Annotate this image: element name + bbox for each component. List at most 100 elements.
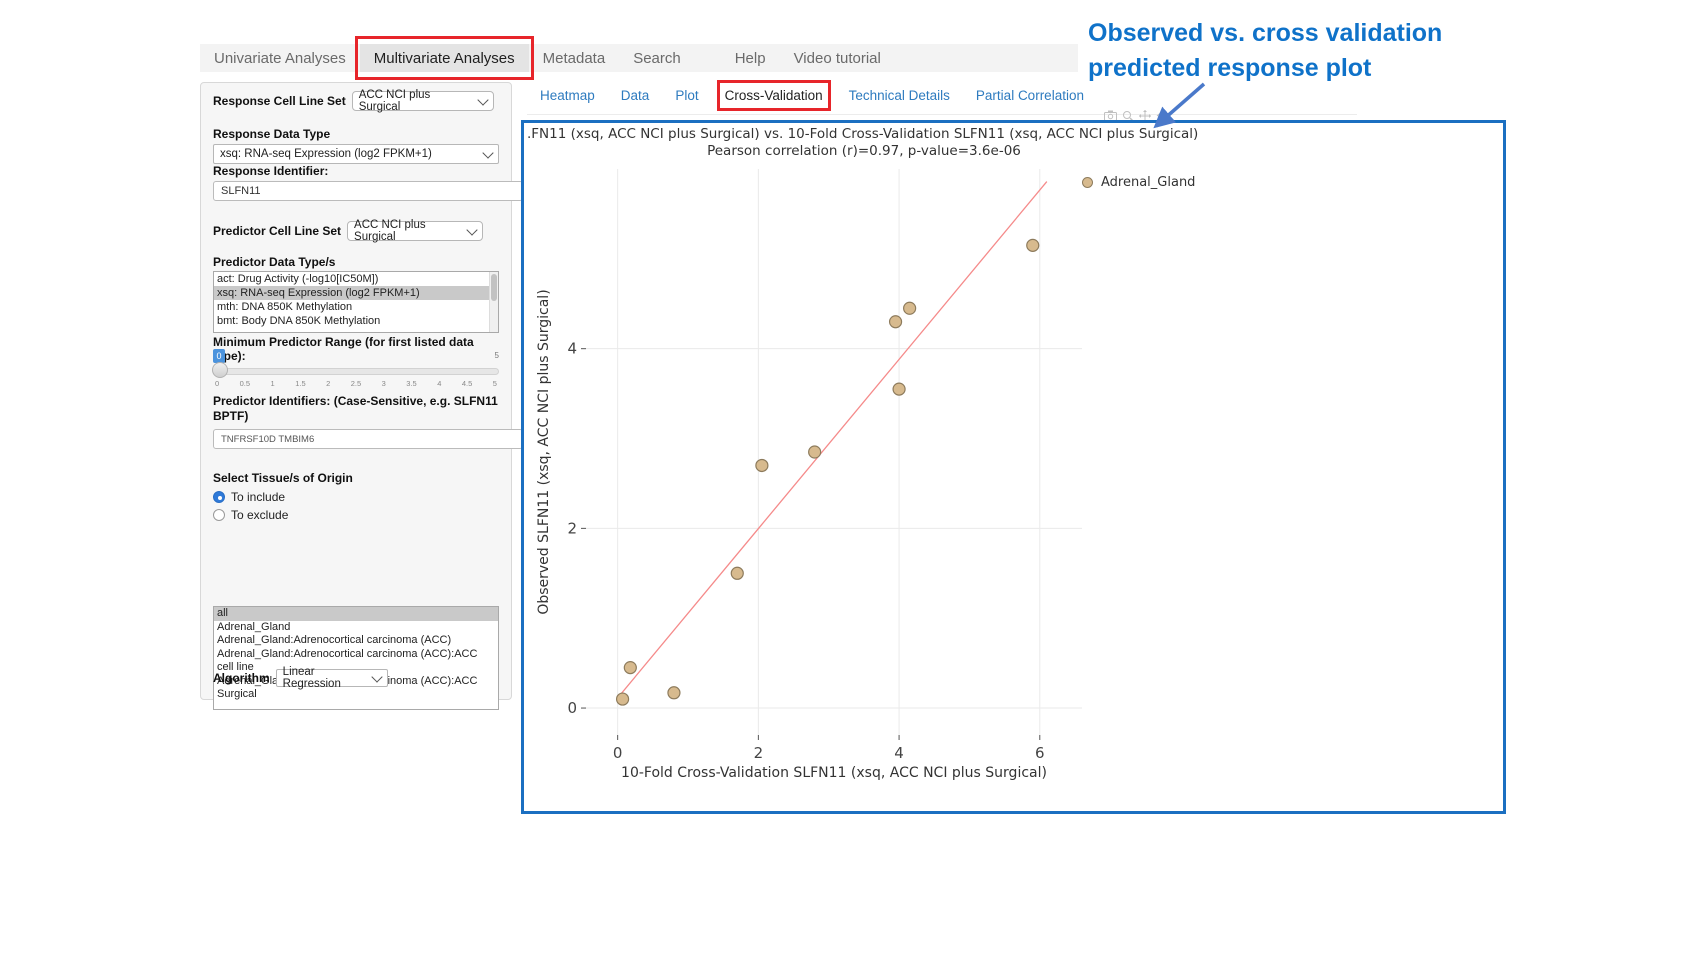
listbox-option[interactable]: act: Drug Activity (-log10[IC50M]) [214, 272, 498, 286]
slider-track[interactable] [213, 368, 499, 375]
predictor-data-types-label: Predictor Data Type/s [213, 255, 499, 269]
x-tick-label: 2 [754, 744, 764, 762]
tab-heatmap[interactable]: Heatmap [540, 88, 595, 103]
tissue-exclude-radio-row[interactable]: To exclude [213, 508, 499, 522]
annotation-red-box [355, 36, 534, 80]
nav-item-multivariate-analyses[interactable]: Multivariate Analyses [360, 44, 529, 72]
nav-item-search[interactable]: Search [619, 44, 695, 72]
y-tick-label: 2 [567, 519, 577, 537]
plot-subtitle: Pearson correlation (r)=0.97, p-value=3.… [524, 143, 1204, 159]
min-predictor-range-slider: 0 5 0 0.5 1 1.5 2 2.5 3 3.5 4 4.5 5 [213, 349, 499, 395]
response-data-type-select[interactable]: xsq: RNA-seq Expression (log2 FPKM+1) [213, 144, 499, 164]
response-data-type-label: Response Data Type [213, 127, 499, 141]
predictor-cell-line-set-value: ACC NCI plus Surgical [354, 219, 462, 243]
nav-item-video-tutorial[interactable]: Video tutorial [780, 44, 895, 72]
regression-line [621, 182, 1047, 694]
tab-plot[interactable]: Plot [675, 88, 698, 103]
slider-tick-labels: 0 0.5 1 1.5 2 2.5 3 3.5 4 4.5 5 [215, 379, 497, 388]
data-point[interactable] [756, 459, 768, 471]
slider-tick-label: 0.5 [240, 379, 250, 388]
data-point[interactable] [624, 662, 636, 674]
tab-cross-validation[interactable]: Cross-Validation [725, 88, 823, 103]
y-tick-label: 4 [567, 340, 577, 358]
predictor-data-types-listbox[interactable]: act: Drug Activity (-log10[IC50M])xsq: R… [213, 271, 499, 333]
slider-handle[interactable] [212, 362, 228, 378]
data-point[interactable] [731, 567, 743, 579]
listbox-option[interactable]: xsq: RNA-seq Expression (log2 FPKM+1) [214, 286, 498, 300]
data-point[interactable] [617, 693, 629, 705]
algorithm-row: Algorithm Linear Regression [213, 669, 499, 687]
top-navigation: Univariate AnalysesMultivariate Analyses… [200, 44, 1078, 72]
result-tabs: Heatmap Data Plot Cross-Validation Technical… [540, 88, 1084, 103]
radio-off-icon[interactable] [213, 509, 225, 521]
nav-item-metadata[interactable]: Metadata [529, 44, 620, 72]
annotation-red-box [717, 80, 831, 111]
listbox-scrollbar[interactable] [489, 272, 498, 332]
x-tick-label: 6 [1035, 744, 1045, 762]
tissue-include-radio-row[interactable]: To include [213, 490, 499, 504]
listbox-option[interactable]: all [214, 607, 498, 621]
annotation-arrow-icon [1140, 80, 1220, 138]
slider-value-bubble: 0 [213, 349, 225, 363]
predictor-identifiers-label: Predictor Identifiers: (Case-Sensitive, … [213, 394, 499, 424]
algorithm-value: Linear Regression [283, 666, 367, 690]
x-tick-label: 4 [894, 744, 904, 762]
slider-tick-label: 4.5 [462, 379, 472, 388]
predictor-identifiers-input[interactable] [213, 429, 523, 449]
tabs-divider [527, 114, 1357, 115]
slider-tick-label: 3 [382, 379, 386, 388]
x-axis-title: 10-Fold Cross-Validation SLFN11 (xsq, AC… [621, 765, 1047, 781]
data-point[interactable] [904, 302, 916, 314]
nav-item-help[interactable]: Help [721, 44, 780, 72]
y-tick-label: 0 [567, 699, 577, 717]
algorithm-select[interactable]: Linear Regression [276, 669, 388, 687]
legend-label: Adrenal_Gland [1101, 175, 1195, 190]
tissue-origin-listbox[interactable]: allAdrenal_GlandAdrenal_Gland:Adrenocort… [213, 606, 499, 710]
y-axis-title: Observed SLFN11 (xsq, ACC NCI plus Surgi… [536, 289, 552, 614]
predictor-cell-line-set-label: Predictor Cell Line Set [213, 224, 341, 238]
nav-item-univariate-analyses[interactable]: Univariate Analyses [200, 44, 360, 72]
response-cell-line-set-select[interactable]: ACC NCI plus Surgical [352, 91, 494, 111]
select-chevron-icon [477, 94, 488, 105]
scatter-plot[interactable]: 0 2 4 6 0 2 4 10-Fold Cross-Validation SLFN11 (… [532, 161, 1092, 801]
plot-legend[interactable]: Adrenal_Gland [1082, 175, 1195, 190]
predictor-cell-line-set-row: Predictor Cell Line Set ACC NCI plus Sur… [213, 221, 499, 241]
data-point[interactable] [1027, 239, 1039, 251]
response-cell-line-set-label: Response Cell Line Set [213, 94, 346, 108]
response-cell-line-set-row: Response Cell Line Set ACC NCI plus Surg… [213, 91, 499, 111]
select-chevron-icon [371, 671, 382, 682]
data-point[interactable] [668, 687, 680, 699]
listbox-option[interactable]: bmt: Body DNA 850K Methylation [214, 314, 498, 328]
tab-partial-correlation[interactable]: Partial Correlation [976, 88, 1084, 103]
annotation-line1: Observed vs. cross validation [1088, 16, 1442, 51]
listbox-option[interactable]: mth: DNA 850K Methylation [214, 300, 498, 314]
slider-tick-label: 1.5 [295, 379, 305, 388]
data-point[interactable] [809, 446, 821, 458]
response-identifier-label: Response Identifier: [213, 164, 499, 178]
x-tick-label: 0 [613, 744, 623, 762]
listbox-option[interactable]: Adrenal_Gland:Adrenocortical carcinoma (… [214, 634, 498, 648]
radio-on-icon[interactable] [213, 491, 225, 503]
listbox-option[interactable]: Adrenal_Gland [214, 621, 498, 635]
data-point[interactable] [893, 383, 905, 395]
response-cell-line-set-value: ACC NCI plus Surgical [359, 89, 473, 113]
predictor-cell-line-set-select[interactable]: ACC NCI plus Surgical [347, 221, 483, 241]
scrollbar-thumb[interactable] [491, 274, 497, 301]
slider-tick-label: 5 [493, 379, 497, 388]
slider-max-label: 5 [495, 351, 499, 360]
analysis-settings-sidebar: Response Cell Line Set ACC NCI plus Surg… [200, 82, 512, 700]
data-point[interactable] [890, 316, 902, 328]
slider-tick-label: 0 [215, 379, 219, 388]
tissue-include-radio-label: To include [231, 490, 285, 504]
slider-tick-label: 2.5 [351, 379, 361, 388]
tab-data[interactable]: Data [621, 88, 650, 103]
cross-validation-plot-panel: .FN11 (xsq, ACC NCI plus Surgical) vs. 1… [521, 120, 1506, 814]
slider-tick-label: 1 [271, 379, 275, 388]
tab-technical-details[interactable]: Technical Details [849, 88, 950, 103]
slider-tick-label: 2 [326, 379, 330, 388]
slider-tick-label: 3.5 [406, 379, 416, 388]
slider-tick-label: 4 [437, 379, 441, 388]
algorithm-label: Algorithm [213, 671, 270, 685]
response-identifier-input[interactable] [213, 181, 523, 201]
select-chevron-icon [466, 224, 477, 235]
